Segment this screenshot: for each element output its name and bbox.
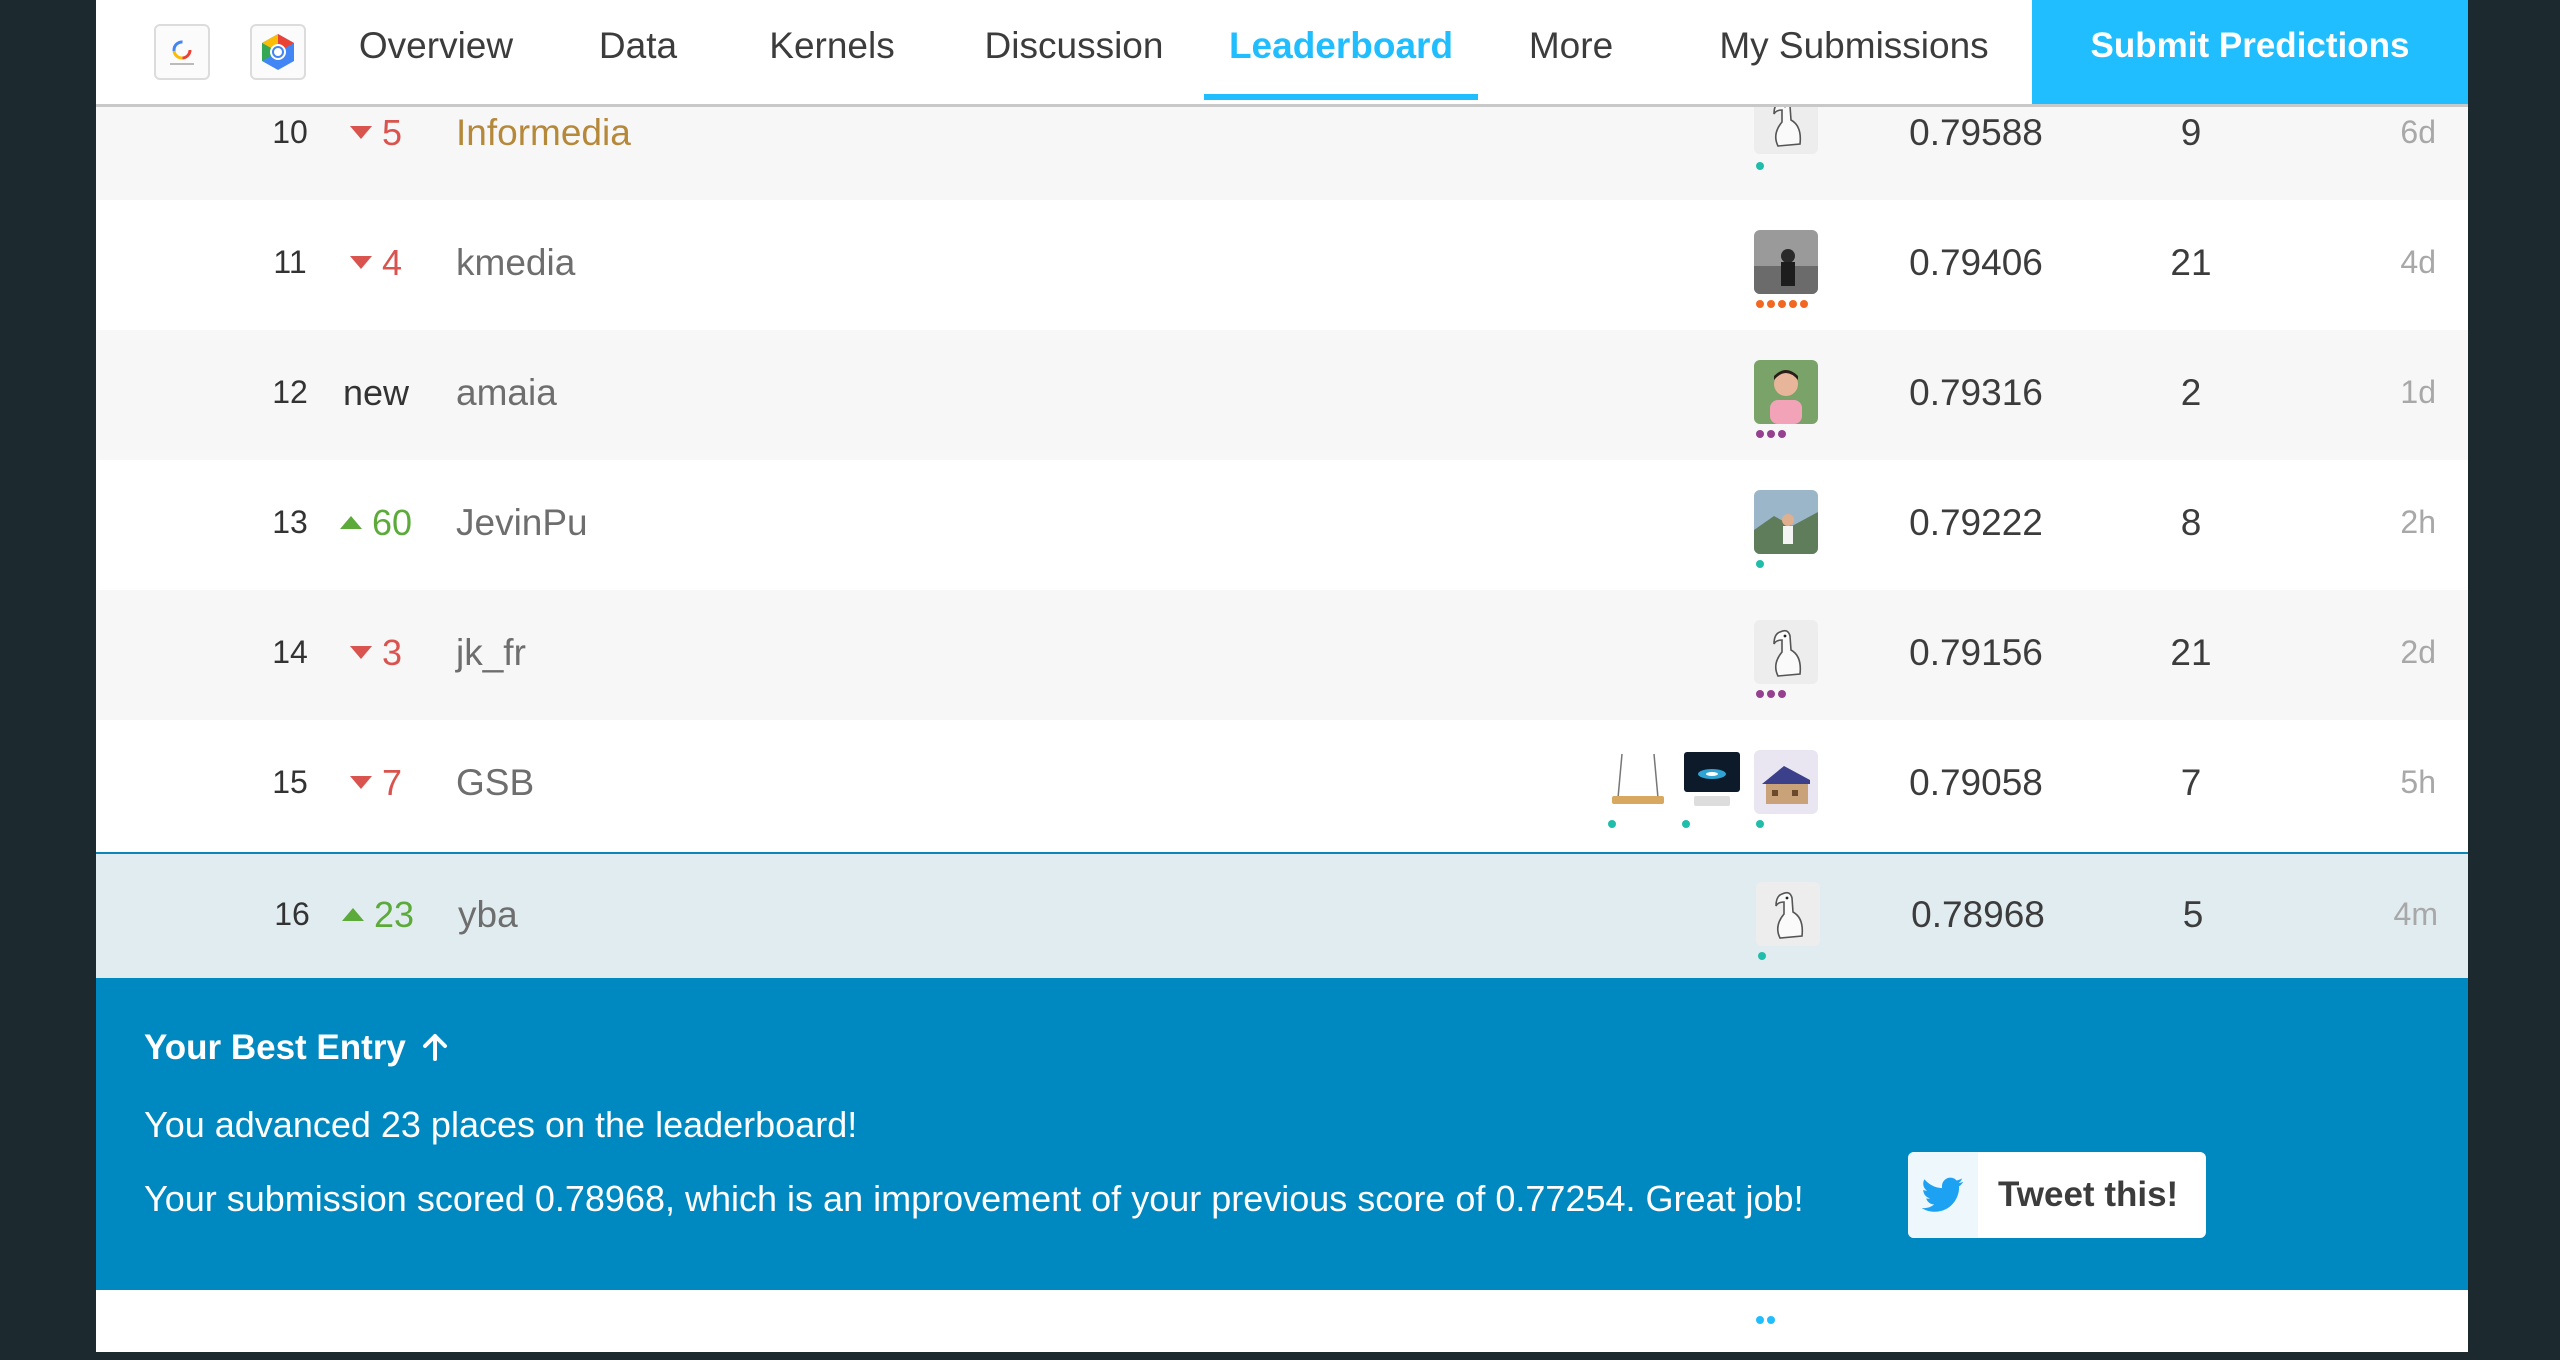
team-name-link[interactable]: yba bbox=[458, 894, 518, 936]
last-submission-cell: 4d bbox=[2400, 244, 2436, 280]
tier-dots bbox=[1756, 162, 1764, 170]
google-cloud-hexagon-icon bbox=[262, 34, 294, 70]
score-cell: 0.79058 bbox=[1909, 762, 2043, 803]
team-member-avatar[interactable] bbox=[1754, 230, 1818, 294]
default-goose-avatar-icon bbox=[1754, 620, 1818, 684]
tier-dots bbox=[1682, 820, 1690, 828]
team-member-avatar[interactable] bbox=[1754, 490, 1818, 554]
last-submission-cell: 1d bbox=[2400, 374, 2436, 410]
user-photo-avatar-icon bbox=[1754, 230, 1818, 294]
tab-kernels[interactable]: Kernels bbox=[752, 0, 912, 100]
tab-data[interactable]: Data bbox=[588, 0, 688, 100]
down-arrow-icon bbox=[349, 125, 372, 139]
rank-change: 7 bbox=[296, 762, 456, 804]
device-avatar-icon bbox=[1680, 750, 1744, 814]
entries-cell: 9 bbox=[2180, 112, 2202, 153]
swing-avatar-icon bbox=[1606, 750, 1670, 814]
tier-dots bbox=[1756, 1316, 1775, 1324]
team-name-link[interactable]: jk_fr bbox=[456, 632, 526, 674]
tier-dots bbox=[1756, 820, 1764, 828]
team-member-avatar[interactable] bbox=[1606, 750, 1670, 814]
score-cell: 0.79222 bbox=[1909, 502, 2043, 543]
user-photo-avatar-icon bbox=[1754, 360, 1818, 424]
tier-dots bbox=[1608, 820, 1616, 828]
competition-host-logo[interactable] bbox=[154, 24, 210, 80]
tier-dots bbox=[1756, 690, 1786, 698]
team-member-avatar[interactable] bbox=[1754, 360, 1818, 424]
table-row[interactable]: 14 3 jk_fr 0.79156 21 2d bbox=[96, 590, 2468, 720]
banner-advance-message: You advanced 23 places on the leaderboar… bbox=[144, 1104, 858, 1145]
tier-dots bbox=[1756, 300, 1808, 308]
competition-logo[interactable] bbox=[250, 24, 306, 80]
down-arrow-icon bbox=[349, 775, 372, 789]
entries-cell: 21 bbox=[2170, 242, 2212, 283]
score-cell: 0.79156 bbox=[1909, 632, 2043, 673]
rank-change: 5 bbox=[296, 112, 456, 154]
up-arrow-icon bbox=[341, 907, 364, 921]
last-submission-cell: 6d bbox=[2400, 114, 2436, 150]
rank-change: 23 bbox=[298, 894, 458, 936]
tab-leaderboard[interactable]: Leaderboard bbox=[1204, 0, 1478, 100]
table-row[interactable]: 13 60 JevinPu 0.79222 8 2h bbox=[96, 460, 2468, 590]
score-cell: 0.79316 bbox=[1909, 372, 2043, 413]
tier-dots bbox=[1758, 952, 1766, 960]
score-cell: 0.79588 bbox=[1909, 112, 2043, 153]
score-cell: 0.79406 bbox=[1909, 242, 2043, 283]
team-name-link[interactable]: JevinPu bbox=[456, 502, 588, 544]
team-name-link[interactable]: amaia bbox=[456, 372, 557, 414]
last-submission-cell: 2d bbox=[2400, 634, 2436, 670]
rank-change: 3 bbox=[296, 632, 456, 674]
team-name-link[interactable]: Informedia bbox=[456, 112, 631, 154]
table-row[interactable]: 15 7 GSB 0.79058 7 5h bbox=[96, 720, 2468, 850]
tab-more[interactable]: More bbox=[1516, 0, 1626, 100]
last-submission-cell: 4m bbox=[2393, 896, 2438, 932]
rank-change: new bbox=[342, 372, 410, 413]
last-submission-cell: 5h bbox=[2400, 764, 2436, 800]
team-member-avatar[interactable] bbox=[1754, 750, 1818, 814]
banner-score-message: Your submission scored 0.78968, which is… bbox=[144, 1178, 1804, 1219]
user-photo-avatar-icon bbox=[1754, 490, 1818, 554]
entries-cell: 7 bbox=[2180, 762, 2202, 803]
default-goose-avatar-icon bbox=[1756, 882, 1820, 946]
submit-predictions-button[interactable]: Submit Predictions bbox=[2032, 0, 2468, 104]
twitter-bird-icon bbox=[1922, 1177, 1964, 1212]
tweet-this-button[interactable]: Tweet this! bbox=[1908, 1152, 2206, 1238]
google-cloud-logo-icon bbox=[170, 40, 194, 65]
table-row[interactable]: 12 new amaia 0.79316 2 1d bbox=[96, 330, 2468, 460]
tab-my-submissions[interactable]: My Submissions bbox=[1714, 0, 1994, 100]
team-member-avatar[interactable] bbox=[1756, 882, 1820, 946]
entries-cell: 5 bbox=[2182, 894, 2204, 935]
rank-change: 60 bbox=[296, 502, 456, 544]
tab-overview[interactable]: Overview bbox=[346, 0, 526, 100]
entries-cell: 2 bbox=[2180, 372, 2202, 413]
team-name-link[interactable]: GSB bbox=[456, 762, 534, 804]
banner-title: Your Best Entry bbox=[144, 1028, 450, 1068]
top-navbar: Overview Data Kernels Discussion Leaderb… bbox=[96, 0, 2468, 107]
arrow-up-icon bbox=[422, 1034, 447, 1061]
entries-cell: 21 bbox=[2170, 632, 2212, 673]
kaggle-page: Overview Data Kernels Discussion Leaderb… bbox=[96, 0, 2468, 1352]
down-arrow-icon bbox=[349, 255, 372, 269]
team-member-avatar[interactable] bbox=[1680, 750, 1744, 814]
score-cell: 0.78968 bbox=[1911, 894, 2045, 935]
team-name-link[interactable]: kmedia bbox=[456, 242, 575, 284]
team-member-avatar[interactable] bbox=[1754, 620, 1818, 684]
best-entry-banner: Your Best Entry You advanced 23 places o… bbox=[96, 978, 2468, 1290]
tier-dots bbox=[1756, 560, 1764, 568]
up-arrow-icon bbox=[339, 515, 362, 529]
house-avatar-icon bbox=[1754, 750, 1818, 814]
tweet-icon-wrap bbox=[1908, 1152, 1978, 1238]
down-arrow-icon bbox=[349, 645, 372, 659]
tab-discussion[interactable]: Discussion bbox=[958, 0, 1190, 100]
tier-dots bbox=[1756, 430, 1786, 438]
rank-change: 4 bbox=[296, 242, 456, 284]
tweet-this-label: Tweet this! bbox=[1998, 1175, 2179, 1214]
last-submission-cell: 2h bbox=[2400, 504, 2436, 540]
entries-cell: 8 bbox=[2180, 502, 2202, 543]
table-row[interactable]: 11 4 kmedia 0.79406 21 4d bbox=[96, 200, 2468, 330]
